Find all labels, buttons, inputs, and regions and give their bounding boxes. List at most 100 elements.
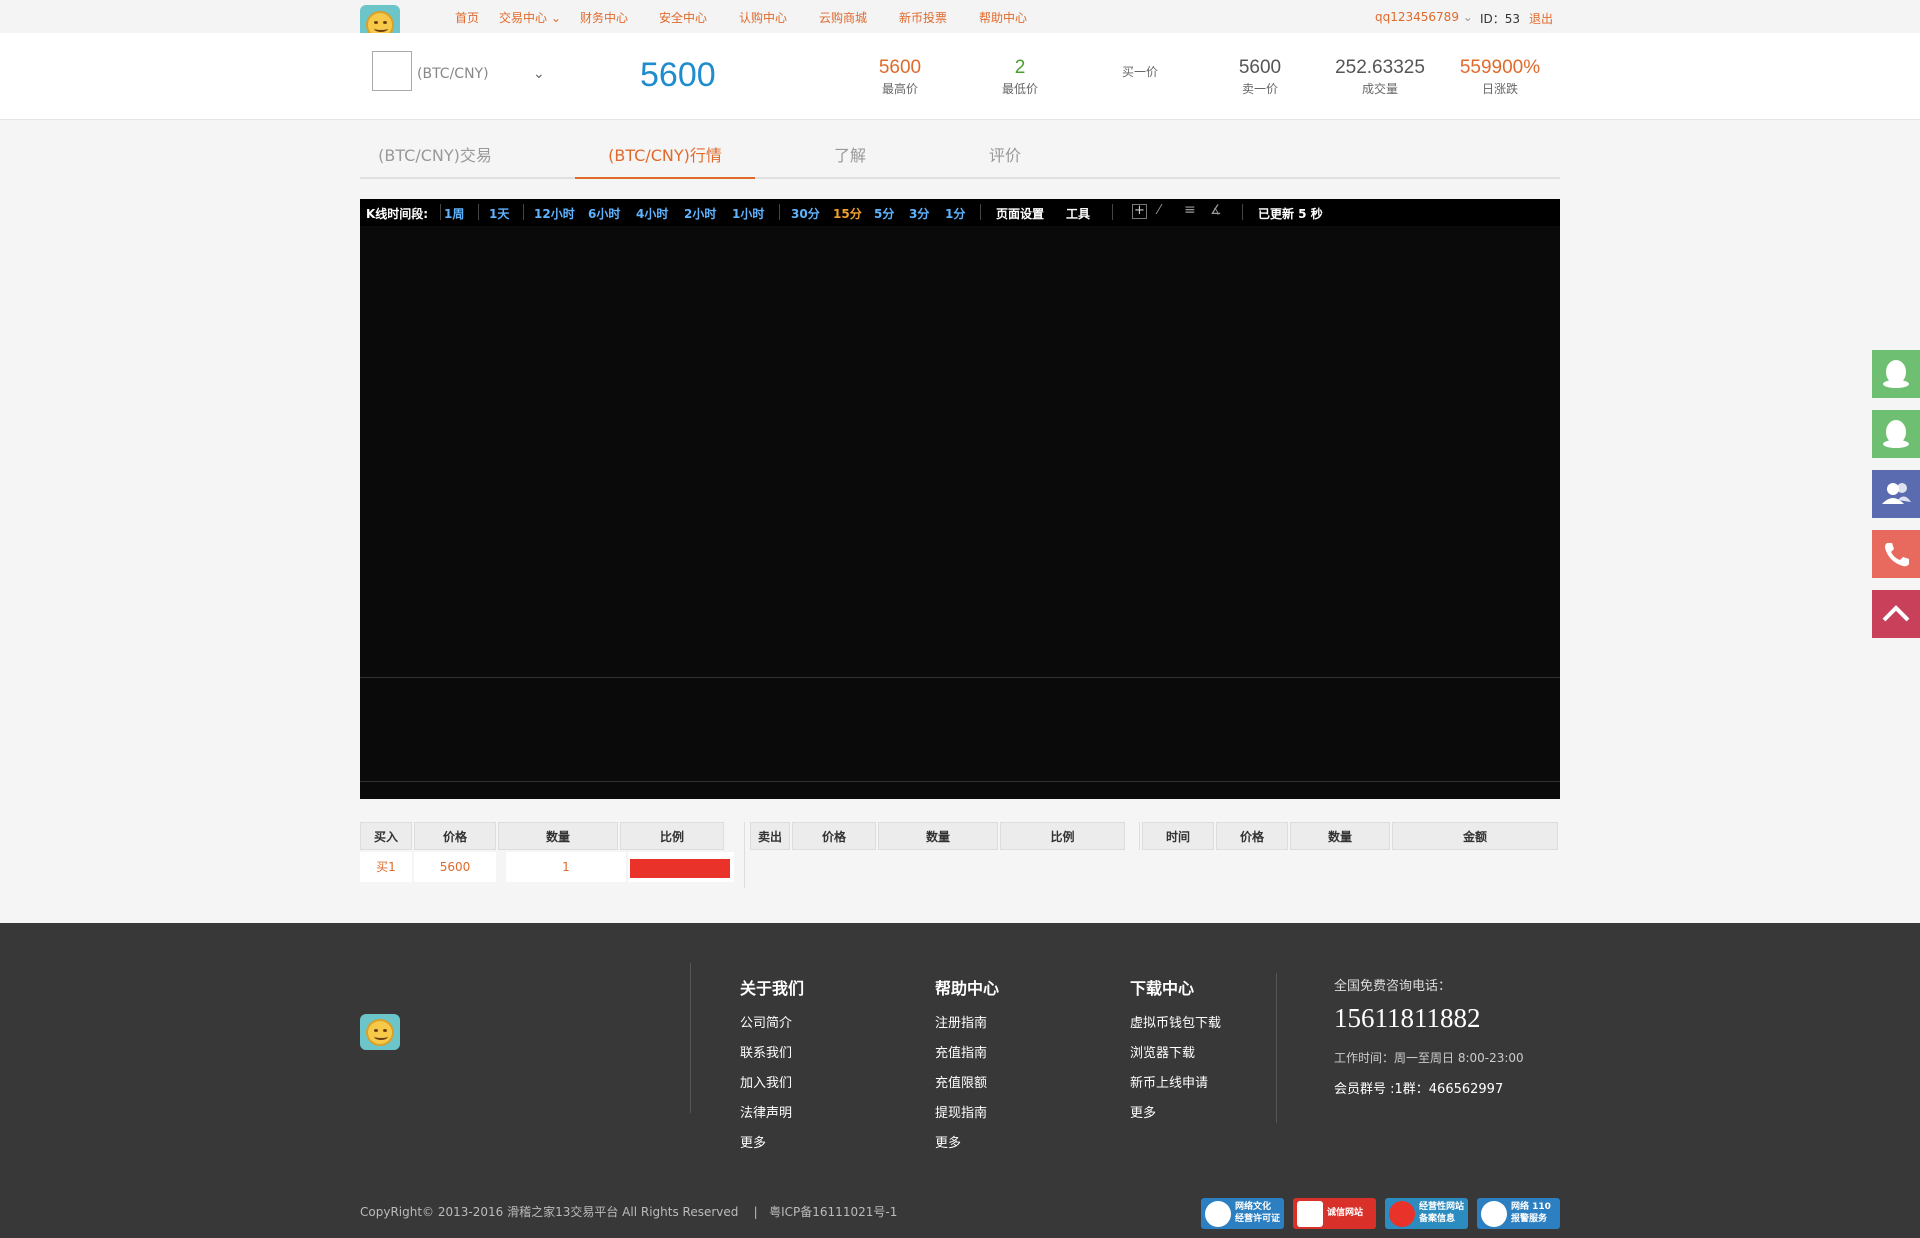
user-id: ID：53 (1480, 12, 1521, 26)
nav-security-center[interactable]: 安全中心 (659, 9, 707, 26)
footer-link[interactable]: 联系我们 (740, 1042, 792, 1061)
kline-chart[interactable]: K线时间段: 1周 1天 12小时 6小时 4小时 2小时 1小时 30分 15… (360, 199, 1560, 799)
ticker-stat-value: 252.63325 (1335, 57, 1425, 78)
fan-tool-icon[interactable]: ∡ (1210, 203, 1222, 218)
ticker-stat: 559900% 日涨跌 (1430, 57, 1570, 97)
sell-header-qty: 数量 (878, 822, 998, 850)
nav-home[interactable]: 首页 (455, 9, 479, 26)
divider (1242, 204, 1243, 220)
period-1h[interactable]: 1小时 (732, 205, 764, 222)
badge-icon (1389, 1201, 1415, 1227)
nav-help-center[interactable]: 帮助中心 (979, 9, 1027, 26)
period-30m[interactable]: 30分 (791, 205, 820, 222)
footer-divider (690, 963, 691, 1113)
sell-header-price: 价格 (792, 822, 876, 850)
buy-header-ratio: 比例 (620, 822, 724, 850)
ticker-stat-label: 日涨跌 (1481, 82, 1518, 96)
member-group: 会员群号 :1群：466562997 (1334, 1082, 1504, 1097)
coin-selector[interactable]: (BTC/CNY) (417, 66, 489, 82)
period-1d[interactable]: 1天 (489, 205, 509, 222)
page-settings-button[interactable]: 页面设置 (996, 205, 1044, 222)
ticker-stat-value: 2 (1014, 57, 1026, 78)
buy-book: 买入 价格 数量 比例 买1 5600 1 (360, 822, 745, 888)
history-header-qty: 数量 (1290, 822, 1390, 850)
footer-link[interactable]: 法律声明 (740, 1102, 792, 1121)
ticker-stat-label: 成交量 (1361, 82, 1398, 96)
icp-number: 粤ICP备16111021号-1 (769, 1205, 898, 1219)
period-15m[interactable]: 15分 (833, 205, 862, 222)
qq-icon (1883, 360, 1909, 388)
ticker-stat: 2 最低价 (950, 57, 1090, 97)
credit-site-badge[interactable]: 诚信网站 (1293, 1198, 1376, 1229)
footer-link[interactable]: 虚拟币钱包下载 (1130, 1012, 1221, 1031)
nav-cloud-mall[interactable]: 云购商城 (819, 9, 867, 26)
side-qq-button[interactable] (1872, 410, 1920, 458)
footer-link[interactable]: 更多 (740, 1132, 766, 1151)
side-phone-button[interactable] (1872, 530, 1920, 578)
footer-logo[interactable] (360, 1014, 400, 1050)
period-2h[interactable]: 2小时 (684, 205, 716, 222)
footer-link[interactable]: 提现指南 (935, 1102, 987, 1121)
footer-link[interactable]: 充值限额 (935, 1072, 987, 1091)
tab-about[interactable]: 了解 (810, 143, 890, 179)
footer-link[interactable]: 更多 (935, 1132, 961, 1151)
period-4h[interactable]: 4小时 (636, 205, 668, 222)
tab-reviews[interactable]: 评价 (965, 143, 1045, 179)
ticker-stat-label: 最高价 (881, 82, 918, 96)
footer-about-title: 关于我们 (740, 979, 805, 998)
footer-link[interactable]: 浏览器下载 (1130, 1042, 1195, 1061)
update-status: 已更新 5 秒 (1258, 207, 1323, 221)
footer-link[interactable]: 加入我们 (740, 1072, 792, 1091)
horizontal-lines-icon[interactable]: ≡ (1184, 202, 1196, 218)
footer-link[interactable]: 新币上线申请 (1130, 1072, 1208, 1091)
divider (744, 822, 745, 888)
footer-link[interactable]: 公司简介 (740, 1012, 792, 1031)
tab-market[interactable]: (BTC/CNY)行情 (575, 143, 755, 179)
ticker-stat: 买一价 (1070, 62, 1210, 80)
back-to-top-button[interactable] (1872, 590, 1920, 638)
ticker-stat-value: 5600 (878, 57, 922, 78)
period-6h[interactable]: 6小时 (588, 205, 620, 222)
side-qq-button[interactable] (1872, 350, 1920, 398)
nav-finance-center[interactable]: 财务中心 (580, 9, 628, 26)
buy-row-side: 买1 (360, 852, 412, 882)
period-5m[interactable]: 5分 (874, 205, 894, 222)
username-menu[interactable]: qq123456789 ⌄ (1375, 10, 1473, 24)
coin-image (372, 51, 412, 91)
users-icon (1882, 483, 1911, 504)
side-users-button[interactable] (1872, 470, 1920, 518)
period-12h[interactable]: 12小时 (534, 205, 575, 222)
trade-history: 时间 价格 数量 金额 (1142, 822, 1560, 888)
phone-icon (1885, 543, 1909, 567)
work-hours: 工作时间：周一至周日 8:00-23:00 (1334, 1051, 1524, 1065)
chevron-down-icon[interactable]: ⌄ (533, 66, 545, 82)
line-tool-icon[interactable]: ⁄ (1158, 203, 1160, 218)
police-110-badge[interactable]: 网络 110 报警服务 (1477, 1198, 1560, 1229)
ratio-bar (630, 859, 730, 878)
divider (440, 204, 441, 220)
site-record-badge[interactable]: 经营性网站 备案信息 (1385, 1198, 1468, 1229)
nav-subscribe-center[interactable]: 认购中心 (739, 9, 787, 26)
nav-coin-vote[interactable]: 新币投票 (899, 9, 947, 26)
nav-trade-center[interactable]: 交易中心 ⌄ (499, 9, 561, 26)
crosshair-icon[interactable]: + (1132, 204, 1147, 219)
tools-button[interactable]: 工具 (1066, 205, 1090, 222)
qq-icon (1883, 420, 1909, 448)
period-1w[interactable]: 1周 (444, 205, 464, 222)
buy-row-price[interactable]: 5600 (414, 852, 496, 882)
top-bar (0, 0, 1920, 33)
history-header-price: 价格 (1216, 822, 1288, 850)
badge-icon (1481, 1201, 1507, 1227)
period-1m[interactable]: 1分 (945, 205, 965, 222)
footer-link[interactable]: 充值指南 (935, 1042, 987, 1061)
chart-divider (360, 781, 1560, 782)
logout-link[interactable]: 退出 (1529, 10, 1553, 27)
period-3m[interactable]: 3分 (909, 205, 929, 222)
culture-license-badge[interactable]: 网络文化 经营许可证 (1201, 1198, 1284, 1229)
tab-trade[interactable]: (BTC/CNY)交易 (370, 143, 500, 179)
footer-divider (1276, 973, 1277, 1123)
footer-link[interactable]: 更多 (1130, 1102, 1156, 1121)
copyright: CopyRight© 2013-2016 滑稽之家13交易平台 All Righ… (360, 1205, 898, 1219)
tab-bar: (BTC/CNY)交易 (BTC/CNY)行情 了解 评价 (360, 143, 1560, 179)
footer-link[interactable]: 注册指南 (935, 1012, 987, 1031)
